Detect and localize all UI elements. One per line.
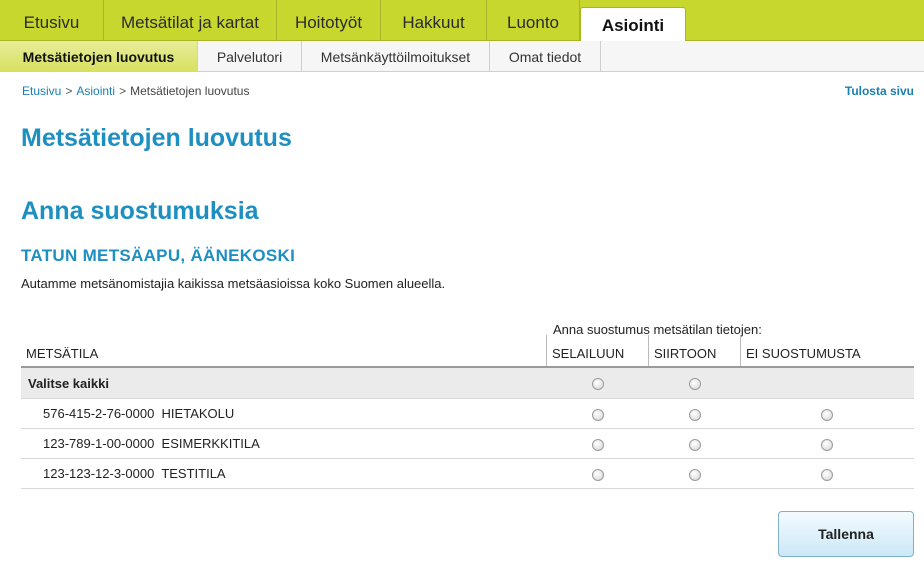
organization-name: TATUN METSÄAPU, ÄÄNEKOSKI: [21, 246, 296, 265]
subtab-palvelutori[interactable]: Palvelutori: [198, 41, 302, 71]
column-header-estate: METSÄTILA: [21, 335, 547, 368]
section-title: Anna suostumuksia: [21, 197, 259, 225]
transfer-radio[interactable]: [688, 468, 701, 481]
consent-table: METSÄTILA SELAILUUN SIIRTOON EI SUOSTUMU…: [21, 335, 914, 489]
save-button[interactable]: Tallenna: [778, 511, 914, 557]
breadcrumb-asiointi[interactable]: Asiointi: [76, 84, 115, 98]
breadcrumb-separator: >: [119, 84, 127, 98]
column-header-browse: SELAILUUN: [546, 335, 649, 368]
breadcrumb-separator: >: [65, 84, 73, 98]
print-page-link[interactable]: Tulosta sivu: [845, 84, 914, 98]
breadcrumb-current: Metsätietojen luovutus: [130, 84, 250, 98]
main-nav: Etusivu Metsätilat ja kartat Hoitotyöt H…: [0, 0, 924, 49]
page-title: Metsätietojen luovutus: [21, 124, 292, 152]
subtab-metsankayttoilmoitukset[interactable]: Metsänkäyttöilmoitukset: [302, 41, 490, 71]
column-header-transfer: SIIRTOON: [648, 335, 741, 368]
subtab-omat-tiedot[interactable]: Omat tiedot: [490, 41, 601, 71]
browse-radio[interactable]: [591, 438, 604, 451]
browse-radio[interactable]: [591, 468, 604, 481]
tab-metsatilat-ja-kartat[interactable]: Metsätilat ja kartat: [104, 0, 277, 40]
no-consent-radio[interactable]: [821, 438, 834, 451]
estate-name: 576-415-2-76-0000 HIETAKOLU: [21, 398, 547, 429]
estate-name: 123-123-12-3-0000 TESTITILA: [21, 458, 547, 489]
browse-radio[interactable]: [591, 408, 604, 421]
no-consent-radio[interactable]: [821, 408, 834, 421]
sub-nav: Metsätietojen luovutus Palvelutori Metsä…: [0, 41, 924, 72]
select-all-row: Valitse kaikki: [21, 367, 914, 399]
table-row: 576-415-2-76-0000 HIETAKOLU: [21, 398, 914, 429]
organization-description: Autamme metsänomistajia kaikissa metsäas…: [21, 276, 446, 291]
estate-name: 123-789-1-00-0000 ESIMERKKITILA: [21, 428, 547, 459]
select-all-label: Valitse kaikki: [21, 367, 547, 399]
no-consent-radio[interactable]: [821, 468, 834, 481]
transfer-radio[interactable]: [688, 408, 701, 421]
table-row: 123-789-1-00-0000 ESIMERKKITILA: [21, 428, 914, 459]
breadcrumb-etusivu[interactable]: Etusivu: [22, 84, 61, 98]
tab-etusivu[interactable]: Etusivu: [0, 0, 104, 40]
table-header-row: METSÄTILA SELAILUUN SIIRTOON EI SUOSTUMU…: [21, 335, 914, 368]
table-row: 123-123-12-3-0000 TESTITILA: [21, 458, 914, 489]
tab-hakkuut[interactable]: Hakkuut: [381, 0, 487, 40]
tab-hoitotyot[interactable]: Hoitotyöt: [277, 0, 381, 40]
select-all-browse-radio[interactable]: [591, 378, 604, 391]
column-header-no-consent: EI SUOSTUMUSTA: [740, 335, 914, 368]
transfer-radio[interactable]: [688, 438, 701, 451]
select-all-transfer-radio[interactable]: [688, 378, 701, 391]
breadcrumb: Etusivu > Asiointi > Metsätietojen luovutus: [22, 84, 249, 98]
tab-luonto[interactable]: Luonto: [487, 0, 580, 40]
subtab-metsatietojen-luovutus[interactable]: Metsätietojen luovutus: [0, 41, 198, 71]
